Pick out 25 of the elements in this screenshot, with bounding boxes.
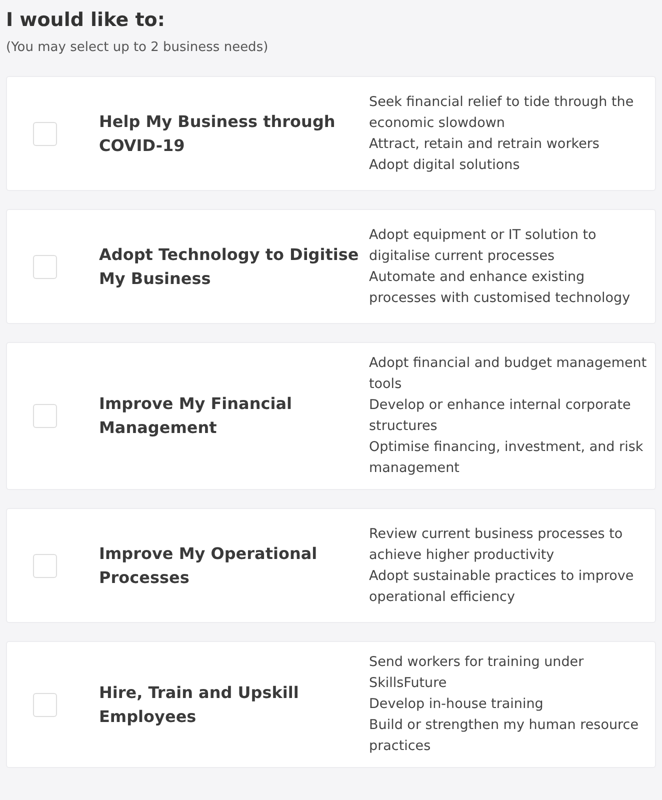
need-title: Hire, Train and Upskill Employees bbox=[99, 682, 300, 728]
benefit-text: Develop in-house training bbox=[369, 695, 544, 714]
benefit-text: Attract, retain and retrain workers bbox=[369, 134, 600, 154]
page-heading: I would like to: bbox=[6, 8, 166, 33]
checkbox[interactable] bbox=[33, 404, 57, 428]
need-title: Adopt Technology to Digitise My Business bbox=[99, 244, 360, 290]
benefit-text: Send workers for training under SkillsFuture bbox=[369, 653, 585, 693]
benefit-text: Adopt equipment or IT solution to digitalise current processes bbox=[369, 226, 598, 266]
checkbox[interactable] bbox=[33, 122, 57, 146]
selection-hint: (You may select up to 2 business needs) bbox=[6, 39, 270, 57]
checkbox[interactable] bbox=[33, 554, 57, 578]
need-title: Help My Business through COVID-19 bbox=[99, 110, 336, 156]
benefit-text: Develop or enhance internal corporate structures bbox=[369, 396, 632, 436]
benefit-text: Adopt digital solutions bbox=[369, 156, 521, 174]
need-title: Improve My Financial Management bbox=[99, 393, 293, 439]
benefit-text: Seek financial relief to tide through the economic slowdown bbox=[369, 92, 635, 132]
checkbox[interactable] bbox=[33, 692, 57, 716]
benefit-text: Automate and enhance existing processes with customised technology bbox=[369, 268, 632, 308]
benefit-text: Adopt financial and budget management tools bbox=[369, 354, 648, 394]
need-title: Improve My Operational Processes bbox=[99, 542, 318, 588]
benefit-text: Review current business processes to achieve higher productivity bbox=[369, 524, 624, 564]
benefit-text: Optimise financing, investment, and risk management bbox=[369, 438, 644, 478]
benefit-text: Build or strengthen my human resource practices bbox=[369, 716, 640, 756]
checkbox[interactable] bbox=[33, 254, 57, 278]
benefit-text: Adopt sustainable practices to improve operational efficiency bbox=[369, 566, 635, 606]
